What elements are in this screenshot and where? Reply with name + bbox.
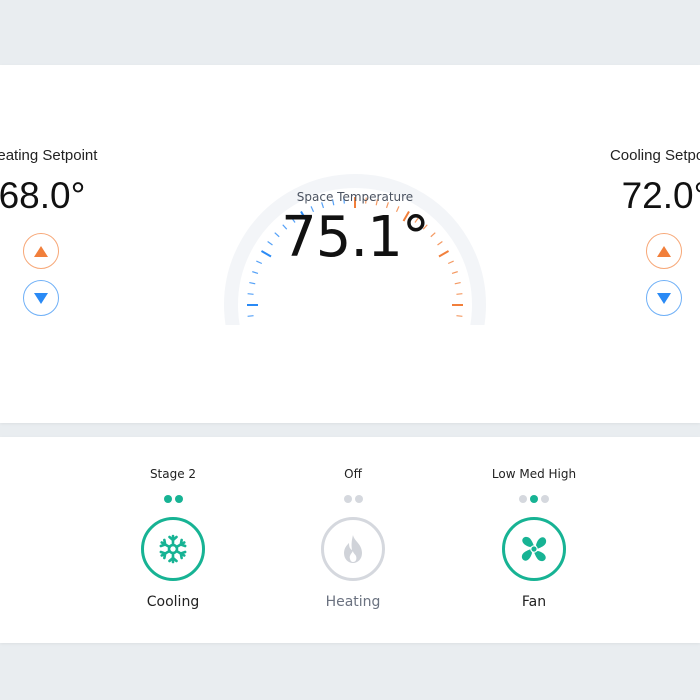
heating-mode-label: Heating (325, 594, 381, 610)
arrow-down-icon (34, 292, 48, 304)
stage-dot (163, 495, 172, 503)
stage-dot (354, 495, 363, 503)
gauge-tick-cool (249, 281, 256, 285)
snowflake-icon (158, 534, 188, 564)
cooling-setpoint-label: Cooling Setpoint (609, 147, 700, 164)
fan-speed-options: Low Med High (491, 467, 577, 481)
cooling-mode-label: Cooling (146, 594, 200, 610)
cooling-setpoint-value: 72.0° (621, 175, 700, 216)
setpoint-card: Heating Setpoint 68.0° Space Temperature… (0, 65, 700, 423)
speed-dot-low (519, 495, 527, 503)
space-temperature-value: 75.1° (281, 205, 430, 270)
space-temperature-label: Space Temperature (296, 190, 414, 204)
cooling-increase-button[interactable] (646, 233, 682, 269)
heating-mode-button[interactable] (321, 517, 385, 581)
fan-speed-dots (474, 495, 594, 503)
speed-dot-high (541, 495, 549, 503)
cooling-setpoint-panel: Cooling Setpoint 72.0° (565, 65, 700, 423)
gauge-tick-cool (247, 293, 254, 295)
fan-mode-label: Fan (521, 594, 547, 610)
heating-setpoint-value: 68.0° (0, 175, 86, 216)
gauge-tick-heat (456, 315, 463, 317)
heating-setpoint-panel: Heating Setpoint 68.0° (0, 65, 142, 423)
speed-dot-med (530, 495, 538, 503)
stage-dot (174, 495, 183, 503)
cooling-mode-button[interactable] (141, 517, 205, 581)
stage-dot (343, 495, 352, 503)
cooling-decrease-button[interactable] (646, 280, 682, 316)
arrow-up-icon (657, 245, 671, 257)
flame-icon (344, 535, 362, 563)
cooling-stage-dots (113, 495, 233, 503)
heating-stage-dots (293, 495, 413, 503)
gauge-tick-heat (451, 271, 458, 275)
arrow-down-icon (657, 292, 671, 304)
heating-status: Off (344, 467, 362, 481)
arrow-up-icon (34, 245, 48, 257)
heating-increase-button[interactable] (23, 233, 59, 269)
fan-mode-button[interactable] (502, 517, 566, 581)
cooling-status: Stage 2 (149, 467, 197, 481)
heating-decrease-button[interactable] (23, 280, 59, 316)
gauge-tick-heat (456, 293, 463, 295)
fan-icon (521, 536, 547, 562)
gauge-tick-cool (247, 315, 254, 317)
gauge-tick-heat (454, 281, 461, 285)
modes-card: Stage 2 Cooling Off Heating Low Med High (0, 437, 700, 643)
gauge-tick-cool (252, 271, 259, 275)
heating-setpoint-label: Heating Setpoint (0, 147, 98, 164)
